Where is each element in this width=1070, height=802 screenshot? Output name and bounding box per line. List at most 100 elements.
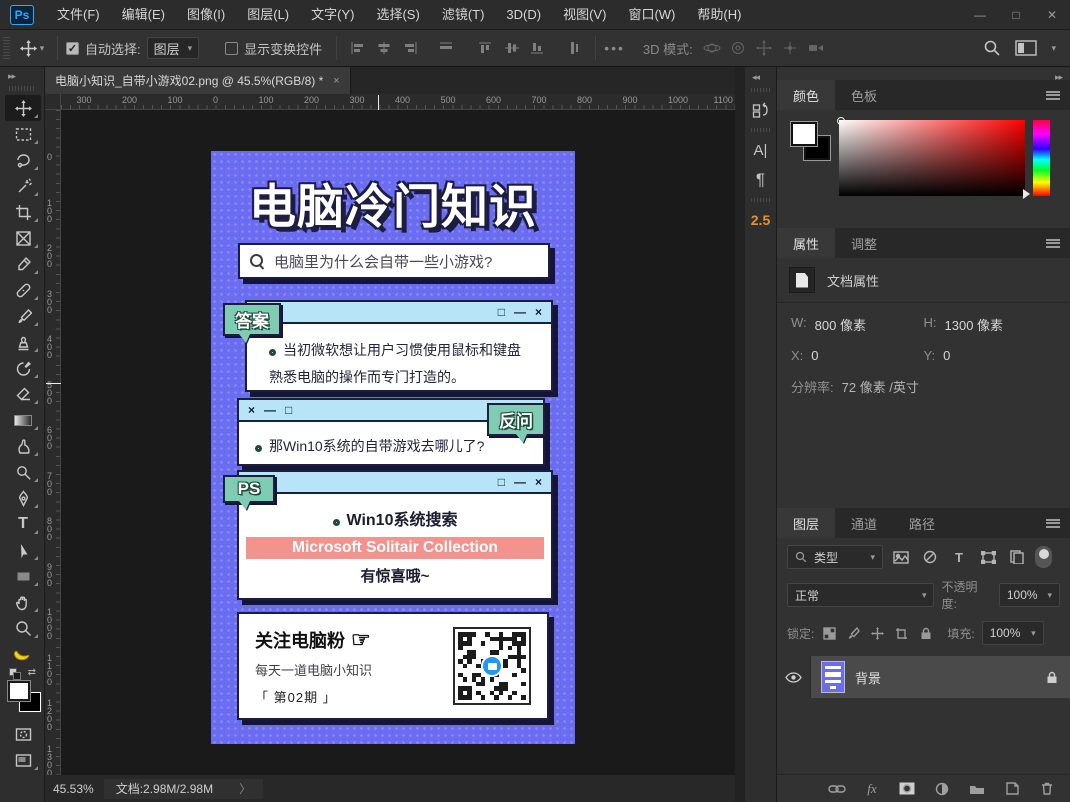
menu-help[interactable]: 帮助(H)	[686, 0, 752, 30]
distribute-v-icon[interactable]	[561, 37, 587, 59]
history-panel-icon[interactable]	[745, 95, 776, 125]
move-tool[interactable]	[5, 95, 41, 121]
move-tool-preview[interactable]: ▾	[15, 35, 49, 61]
align-bottom-icon[interactable]	[525, 37, 551, 59]
canvas-area[interactable]: 电脑冷门知识 电脑里为什么会自带一些小游戏? □—× 当初微软想让用户习惯使用鼠…	[61, 110, 735, 775]
layer-style-icon[interactable]: fx	[863, 780, 881, 798]
show-transform-checkbox[interactable]: ✓	[225, 42, 238, 55]
color-picker-cursor[interactable]	[837, 117, 845, 125]
filter-pixel-layers-icon[interactable]	[890, 547, 912, 567]
strip-expand-icon[interactable]: ◂◂	[745, 67, 776, 85]
distribute-h-icon[interactable]	[433, 37, 459, 59]
tab-channels[interactable]: 通道	[835, 508, 893, 538]
color-saturation-field[interactable]	[839, 120, 1025, 196]
lock-artboard-icon[interactable]	[893, 625, 910, 642]
paragraph-panel-icon[interactable]: ¶	[745, 165, 776, 195]
healing-brush-tool[interactable]	[5, 277, 41, 303]
tab-close-icon[interactable]: ×	[333, 75, 339, 87]
3d-orbit-icon[interactable]	[699, 37, 725, 59]
auto-select-target-dropdown[interactable]: 图层 ▾	[147, 37, 200, 59]
document-size-info[interactable]: 文档:2.98M/2.98M 〉	[104, 779, 263, 799]
3d-pan-icon[interactable]	[751, 37, 777, 59]
foreground-color-swatch[interactable]	[8, 681, 30, 701]
3d-camera-icon[interactable]	[803, 37, 829, 59]
3d-roll-icon[interactable]	[725, 37, 751, 59]
menu-file[interactable]: 文件(F)	[46, 0, 111, 30]
foreground-color-swatch[interactable]	[791, 122, 817, 146]
layer-visibility-toggle[interactable]	[777, 656, 811, 698]
align-middle-v-icon[interactable]	[499, 37, 525, 59]
filter-adjustment-layers-icon[interactable]	[919, 547, 941, 567]
close-button[interactable]: ✕	[1034, 0, 1070, 29]
crop-tool[interactable]	[5, 199, 41, 225]
workspace-switcher-icon[interactable]	[1015, 40, 1037, 56]
type-tool[interactable]: T	[5, 511, 41, 537]
minimize-button[interactable]: —	[962, 0, 998, 29]
pen-tool[interactable]	[5, 485, 41, 511]
panel-menu-icon[interactable]	[1046, 91, 1060, 100]
hue-slider[interactable]	[1033, 120, 1050, 196]
path-selection-tool[interactable]	[5, 537, 41, 563]
tab-swatches[interactable]: 色板	[835, 80, 893, 110]
layer-name[interactable]: 背景	[855, 668, 881, 687]
3d-slide-icon[interactable]	[777, 37, 803, 59]
photoshop-logo[interactable]: Ps	[10, 5, 34, 25]
blend-mode-dropdown[interactable]: 正常 ▾	[787, 583, 934, 607]
auto-select-checkbox[interactable]: ✓	[66, 42, 79, 55]
zoom-level[interactable]: 45.53%	[45, 782, 104, 796]
menu-type[interactable]: 文字(Y)	[300, 0, 365, 30]
character-panel-icon[interactable]: A|	[745, 135, 776, 165]
layer-thumbnail[interactable]	[821, 661, 845, 693]
dodge-tool[interactable]	[5, 459, 41, 485]
menu-filter[interactable]: 滤镜(T)	[431, 0, 496, 30]
tab-color[interactable]: 颜色	[777, 80, 835, 110]
y-value[interactable]: 0	[943, 348, 950, 363]
chevron-down-icon[interactable]: ▾	[1051, 43, 1056, 54]
magic-wand-tool[interactable]	[5, 173, 41, 199]
frame-tool[interactable]	[5, 225, 41, 251]
status-chevron-icon[interactable]: 〉	[239, 780, 251, 797]
tab-layers[interactable]: 图层	[777, 508, 835, 538]
h-value[interactable]: 1300 像素	[945, 315, 1004, 334]
menu-image[interactable]: 图像(I)	[176, 0, 236, 30]
canvas-scrollbar-track[interactable]	[735, 67, 745, 802]
adjustment-layer-icon[interactable]	[933, 780, 951, 798]
tab-adjustments[interactable]: 调整	[835, 228, 893, 258]
delete-layer-icon[interactable]	[1038, 780, 1056, 798]
horizontal-ruler[interactable]: 3002001000100200300400500600700800900100…	[61, 94, 735, 110]
eraser-tool[interactable]	[5, 381, 41, 407]
layer-selected-area[interactable]: 背景	[811, 656, 1070, 698]
smudge-tool[interactable]	[5, 433, 41, 459]
lock-position-icon[interactable]	[869, 625, 886, 642]
filter-shape-layers-icon[interactable]	[977, 547, 999, 567]
default-colors-icon[interactable]: ⇄	[5, 667, 41, 681]
banana-plugin-icon[interactable]	[5, 641, 41, 667]
swap-colors-icon[interactable]: ⇄	[28, 667, 36, 678]
plugin-panel-2-5[interactable]: 2.5	[745, 205, 776, 235]
panel-menu-icon[interactable]	[1046, 519, 1060, 528]
tab-paths[interactable]: 路径	[893, 508, 951, 538]
gradient-tool[interactable]	[5, 407, 41, 433]
marquee-tool[interactable]	[5, 121, 41, 147]
eyedropper-tool[interactable]	[5, 251, 41, 277]
vertical-ruler[interactable]: 0100200300400500600700800900100011001200…	[45, 110, 61, 775]
filter-smart-objects-icon[interactable]	[1006, 547, 1028, 567]
menu-3d[interactable]: 3D(D)	[495, 0, 552, 30]
align-right-icon[interactable]	[397, 37, 423, 59]
lock-all-icon[interactable]	[917, 625, 934, 642]
history-brush-tool[interactable]	[5, 355, 41, 381]
align-center-h-icon[interactable]	[371, 37, 397, 59]
lasso-tool[interactable]	[5, 147, 41, 173]
w-value[interactable]: 800 像素	[815, 315, 866, 334]
lock-transparent-icon[interactable]	[821, 625, 838, 642]
filter-type-layers-icon[interactable]: T	[948, 547, 970, 567]
opacity-dropdown[interactable]: 100% ▾	[999, 583, 1060, 607]
layer-row-background[interactable]: 背景	[777, 656, 1070, 698]
menu-select[interactable]: 选择(S)	[365, 0, 430, 30]
more-align-options[interactable]: •••	[604, 40, 625, 56]
menu-edit[interactable]: 编辑(E)	[111, 0, 176, 30]
menu-layer[interactable]: 图层(L)	[236, 0, 300, 30]
document-tab[interactable]: 电脑小知识_自带小游戏02.png @ 45.5%(RGB/8) * ×	[45, 67, 351, 94]
layer-filter-dropdown[interactable]: 类型 ▾	[787, 545, 883, 569]
clone-stamp-tool[interactable]	[5, 329, 41, 355]
